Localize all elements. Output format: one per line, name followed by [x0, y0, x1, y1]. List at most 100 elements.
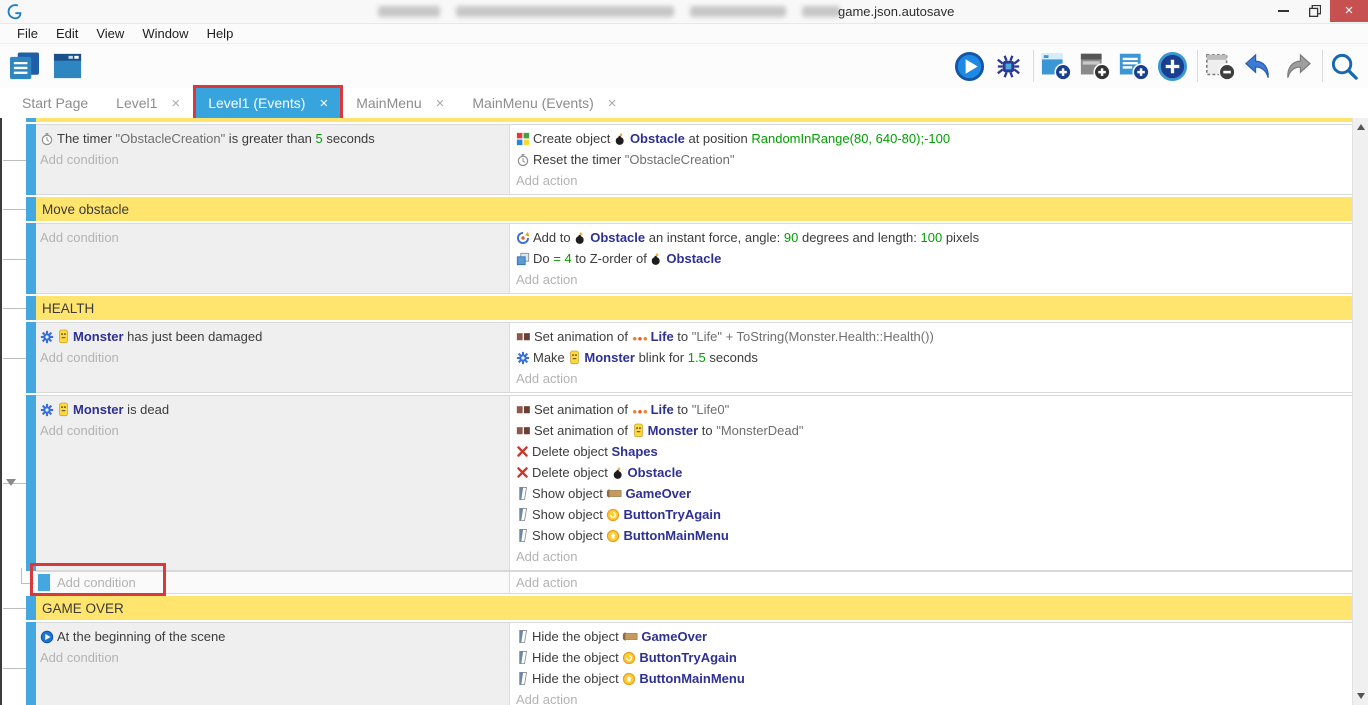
object-name: Obstacle — [666, 251, 721, 266]
event-selection-bar[interactable] — [26, 223, 36, 294]
vertical-scrollbar[interactable] — [1352, 118, 1368, 705]
add-circle-button[interactable] — [1158, 50, 1190, 82]
placeholder-label: Add condition — [40, 423, 119, 438]
event-selection-bar[interactable] — [26, 197, 36, 221]
tab-close-icon[interactable]: × — [171, 95, 180, 112]
event-group-header[interactable]: HEALTH — [36, 296, 1352, 320]
monster-icon — [632, 423, 645, 438]
event-selection-bar[interactable] — [26, 395, 36, 571]
scroll-down-icon[interactable] — [1357, 693, 1365, 699]
event-tree-gutter — [2, 223, 26, 294]
action-row[interactable]: Hide the object ButtonTryAgain — [516, 647, 1352, 668]
action-row[interactable]: Add to Obstacle an instant force, angle:… — [516, 227, 1352, 248]
event-selection-bar[interactable] — [26, 296, 36, 320]
play-button[interactable] — [955, 50, 987, 82]
action-row[interactable]: Create object Obstacle at position Rando… — [516, 128, 1352, 149]
tab-start-page[interactable]: Start Page — [10, 88, 100, 118]
tab-level1-events-[interactable]: Level1 (Events)× — [196, 88, 340, 118]
menu-item-edit[interactable]: Edit — [47, 26, 87, 41]
condition-row[interactable]: Monster is dead — [40, 399, 509, 420]
action-row[interactable]: Set animation of Monster to "MonsterDead… — [516, 420, 1352, 441]
action-row[interactable]: Show object ButtonMainMenu — [516, 525, 1352, 546]
action-row[interactable]: Show object ButtonTryAgain — [516, 504, 1352, 525]
add-comment-button[interactable] — [1119, 50, 1151, 82]
event-selection-bar[interactable] — [26, 596, 36, 620]
group-label: GAME OVER — [42, 601, 124, 616]
conditions-column: The timer "ObstacleCreation" is greater … — [36, 125, 509, 194]
menu-item-file[interactable]: File — [8, 26, 47, 41]
restore-button[interactable] — [1299, 0, 1330, 22]
event-selection-bar[interactable] — [38, 574, 50, 591]
button-mainmenu-icon — [606, 529, 620, 543]
tab-close-icon[interactable]: × — [436, 95, 445, 112]
debug-button[interactable] — [994, 50, 1026, 82]
event-selection-bar[interactable] — [26, 622, 36, 705]
scene-editor-button[interactable] — [54, 50, 86, 82]
scroll-up-icon[interactable] — [1357, 124, 1365, 130]
text-segment: has just been damaged — [124, 329, 263, 344]
close-button[interactable]: × — [1330, 0, 1368, 22]
group-label: HEALTH — [42, 301, 94, 316]
minimize-button[interactable] — [1268, 0, 1299, 22]
condition-add-button[interactable]: Add condition — [57, 572, 136, 593]
condition-add-button[interactable]: Add condition — [40, 347, 509, 368]
add-subevent-button[interactable] — [1080, 50, 1112, 82]
condition-add-button[interactable]: Add condition — [40, 647, 509, 668]
toolbar-separator — [1197, 50, 1198, 82]
tab-mainmenu[interactable]: MainMenu× — [344, 88, 456, 118]
condition-row[interactable]: At the beginning of the scene — [40, 626, 509, 647]
search-button[interactable] — [1330, 50, 1362, 82]
tab-close-icon[interactable]: × — [608, 95, 617, 112]
tab-close-icon[interactable]: × — [319, 95, 328, 112]
add-event-icon — [1040, 50, 1072, 82]
undo-button[interactable] — [1244, 50, 1276, 82]
action-row[interactable]: Do = 4 to Z-order of Obstacle — [516, 248, 1352, 269]
action-add-button[interactable]: Add action — [516, 689, 1352, 705]
event-group-header[interactable] — [36, 118, 1352, 122]
condition-add-button[interactable]: Add condition — [40, 420, 509, 441]
event-tree-gutter — [2, 124, 26, 195]
restore-icon — [1309, 5, 1321, 17]
text-segment: Add to — [533, 230, 574, 245]
action-add-button[interactable]: Add action — [516, 269, 1352, 290]
action-add-button[interactable]: Add action — [516, 170, 1352, 191]
condition-row[interactable]: Monster has just been damaged — [40, 326, 509, 347]
tab-label: Level1 — [116, 95, 157, 111]
action-row[interactable]: Set animation of Life to "Life" + ToStri… — [516, 326, 1352, 347]
visibility-icon — [516, 671, 529, 686]
event-group-header[interactable]: Move obstacle — [36, 197, 1352, 221]
event-group-header[interactable]: GAME OVER — [36, 596, 1352, 620]
condition-add-button[interactable]: Add condition — [40, 149, 509, 170]
action-add-button[interactable]: Add action — [516, 368, 1352, 389]
action-add-button[interactable]: Add action — [516, 546, 1352, 567]
redo-button[interactable] — [1283, 50, 1315, 82]
action-row[interactable]: Show object GameOver — [516, 483, 1352, 504]
action-row[interactable]: Set animation of Life to "Life0" — [516, 399, 1352, 420]
action-row[interactable]: Hide the object ButtonMainMenu — [516, 668, 1352, 689]
text-segment: Set animation of — [534, 402, 632, 417]
condition-add-button[interactable]: Add condition — [40, 227, 509, 248]
placeholder-label: Add action — [516, 272, 577, 287]
collapse-arrow-icon[interactable] — [6, 479, 16, 486]
placeholder-label: Add condition — [40, 152, 119, 167]
event-selection-bar[interactable] — [26, 118, 36, 122]
menu-item-help[interactable]: Help — [198, 26, 243, 41]
placeholder-label: Add condition — [40, 230, 119, 245]
tab-mainmenu-events-[interactable]: MainMenu (Events)× — [460, 88, 628, 118]
action-row[interactable]: Reset the timer "ObstacleCreation" — [516, 149, 1352, 170]
project-manager-button[interactable] — [10, 50, 42, 82]
action-row[interactable]: Delete object Obstacle — [516, 462, 1352, 483]
event-group-block: GAME OVER — [2, 596, 1352, 620]
menu-item-view[interactable]: View — [87, 26, 133, 41]
condition-row[interactable]: The timer "ObstacleCreation" is greater … — [40, 128, 509, 149]
add-event-button[interactable] — [1041, 50, 1073, 82]
menu-item-window[interactable]: Window — [133, 26, 197, 41]
event-selection-bar[interactable] — [26, 124, 36, 195]
tab-level1[interactable]: Level1 × — [104, 88, 192, 118]
action-row[interactable]: Make Monster blink for 1.5 seconds — [516, 347, 1352, 368]
remove-event-button[interactable] — [1205, 50, 1237, 82]
action-add-button[interactable]: Add action — [516, 572, 577, 593]
action-row[interactable]: Delete object Shapes — [516, 441, 1352, 462]
event-selection-bar[interactable] — [26, 322, 36, 393]
action-row[interactable]: Hide the object GameOver — [516, 626, 1352, 647]
